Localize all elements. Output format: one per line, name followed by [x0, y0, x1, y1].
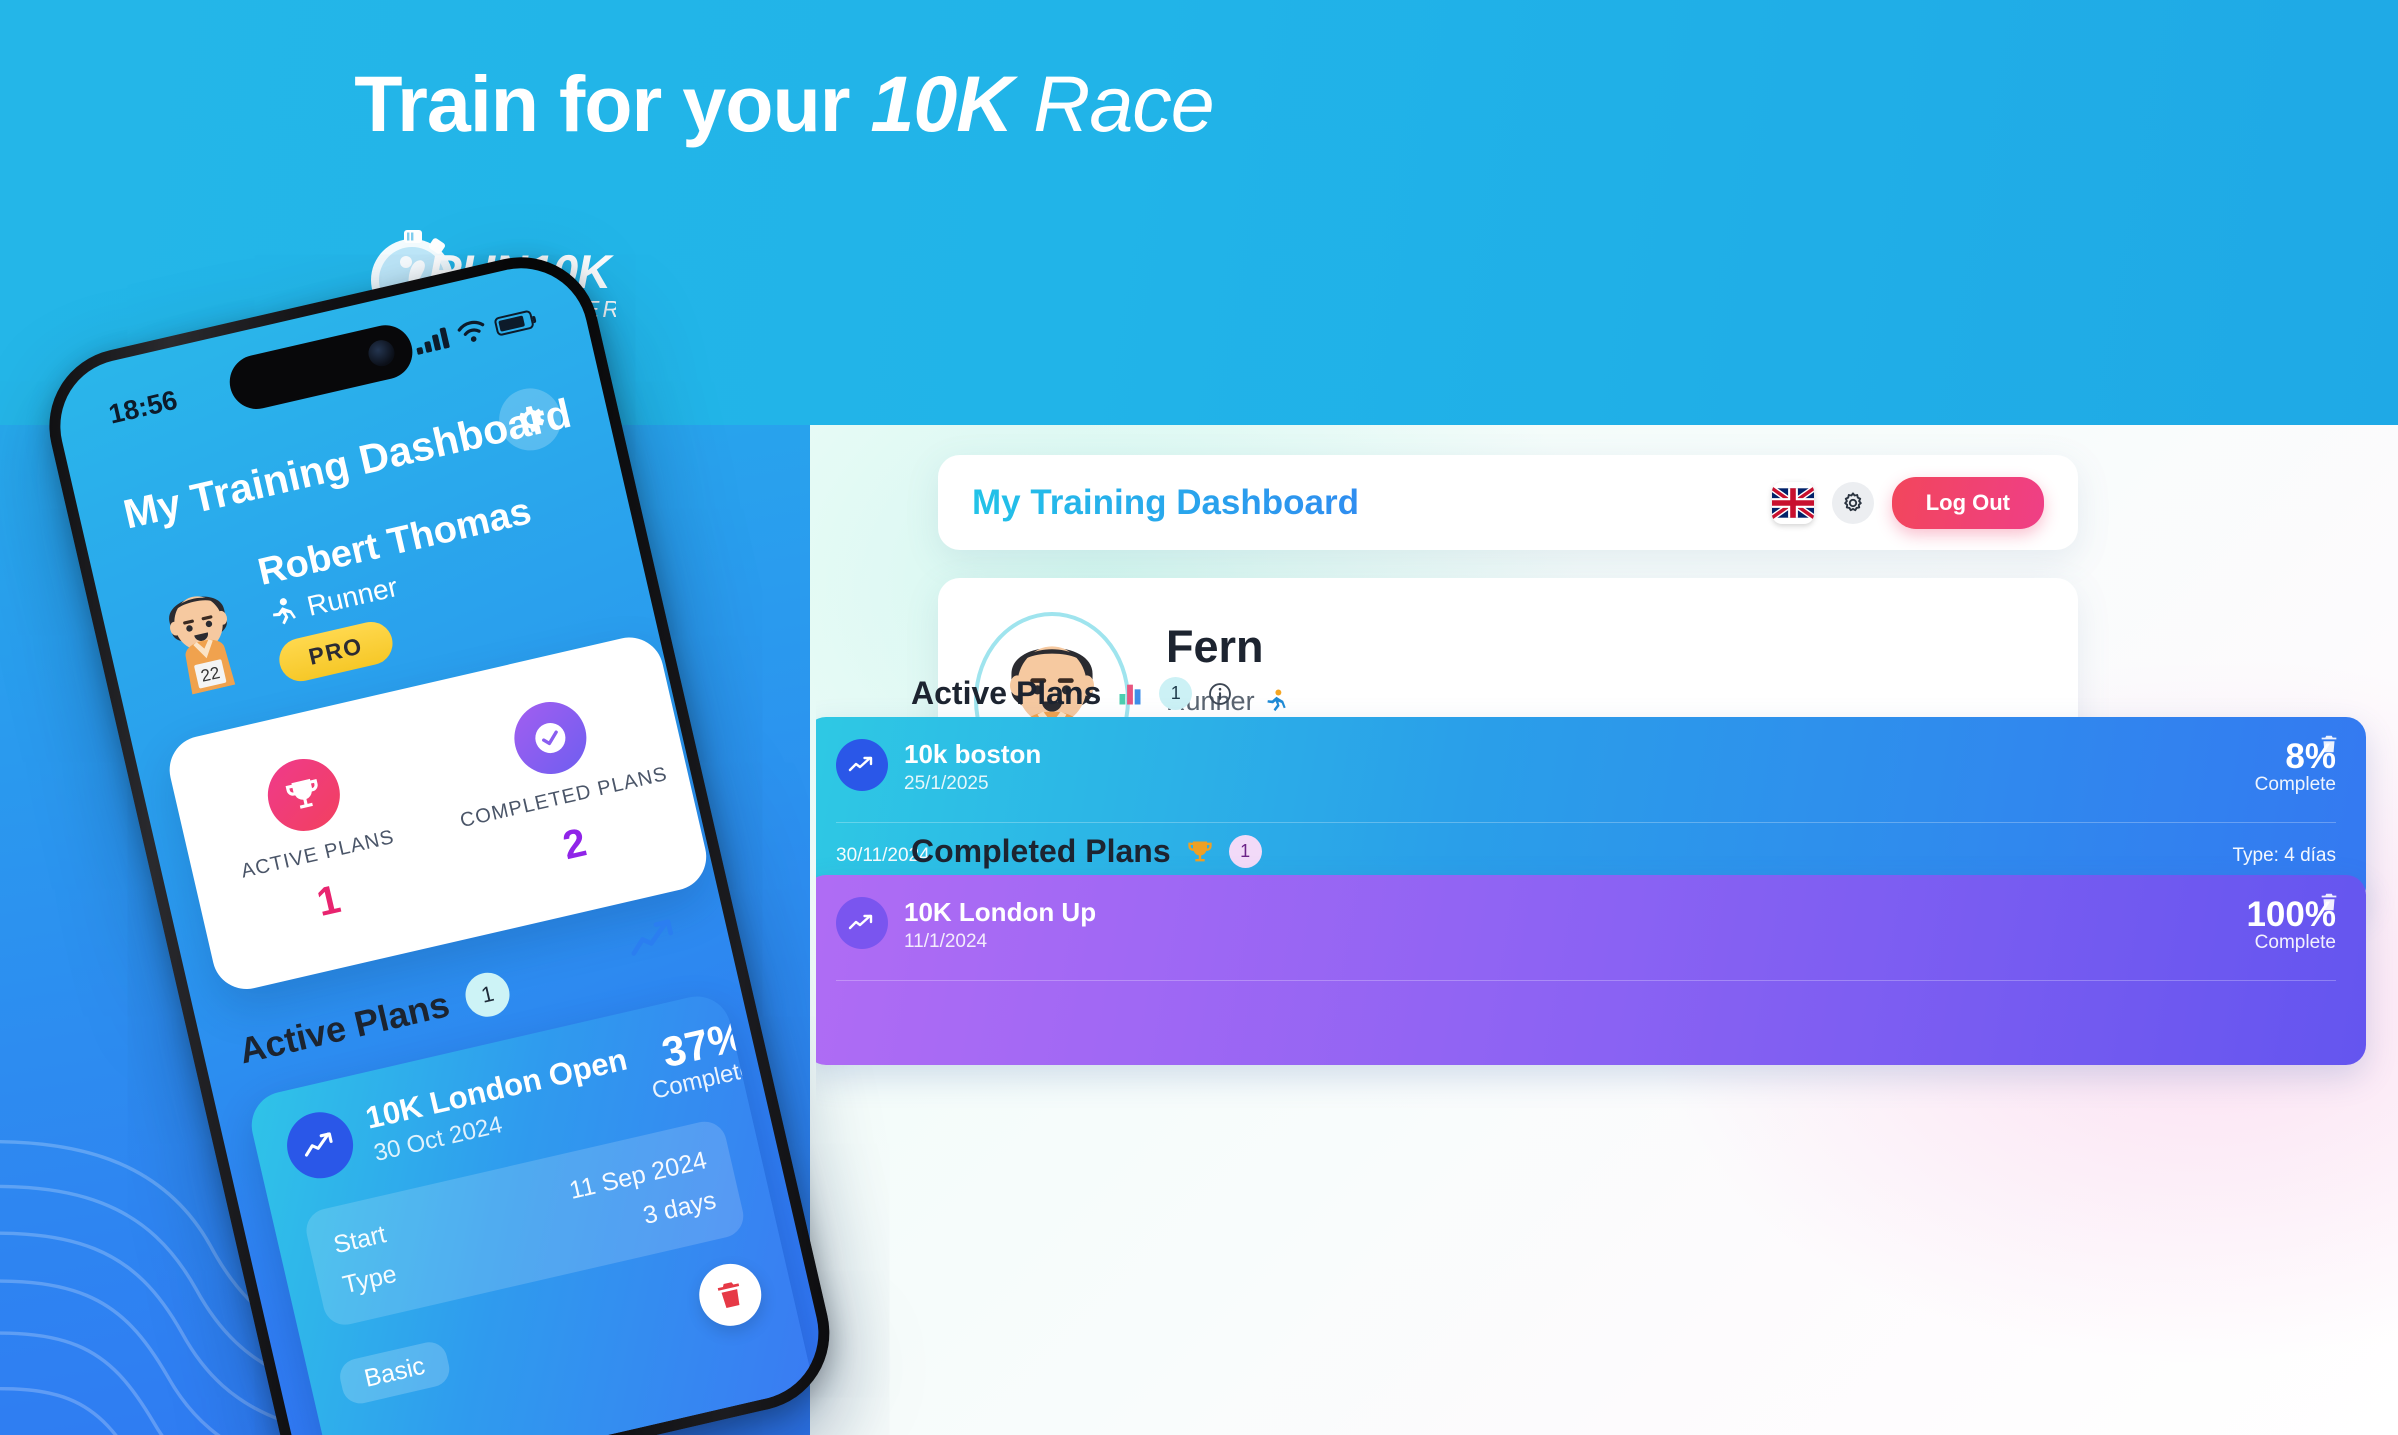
active-plan-top: 10k boston 25/1/2025 8% Complete: [836, 739, 2336, 796]
completed-plans-title: Completed Plans: [911, 833, 1171, 869]
phone-plan-delete-button[interactable]: [693, 1257, 768, 1333]
info-icon[interactable]: [1207, 681, 1233, 707]
active-plan-delete-button[interactable]: [2318, 733, 2340, 760]
headline-10k: 10K: [870, 59, 1013, 148]
phone-section-count: 1: [461, 968, 515, 1022]
lower-panels-clip: Active Plans 1 10k boston 25/1/2025 8% C…: [816, 425, 2398, 1435]
signal-icon: [416, 327, 450, 355]
completed-plans-count: 1: [1228, 835, 1262, 868]
completed-plans-header: Completed Plans 1: [911, 833, 1262, 870]
active-plans-header: Active Plans 1: [911, 675, 1233, 712]
trophy-icon: [260, 751, 348, 839]
phone-plan-row-label: Start: [330, 1220, 389, 1260]
status-time: 18:56: [105, 384, 180, 430]
trash-icon: [2321, 735, 2337, 753]
phone-stat-label: COMPLETED PLANS: [458, 762, 670, 833]
battery-icon: [493, 309, 535, 337]
trending-up-icon: [623, 913, 686, 969]
phone-plan-type-badge: Basic: [336, 1338, 453, 1407]
completed-plan-top: 10K London Up 11/1/2024 100% Complete: [836, 897, 2336, 954]
front-camera-icon: [365, 337, 398, 369]
headline-race: Race: [1012, 59, 1214, 148]
phone-plan-badge: PRO: [275, 617, 397, 686]
trending-up-icon: [836, 897, 888, 949]
phone-plan-row-label: Type: [340, 1259, 400, 1300]
active-plan-complete-label: Complete: [2254, 774, 2336, 795]
trash-icon: [2321, 893, 2337, 911]
wifi-icon: [457, 320, 485, 342]
check-circle-icon: [506, 694, 594, 782]
phone-stat-label: ACTIVE PLANS: [239, 825, 397, 883]
completed-plan-name: 10K London Up: [904, 897, 1097, 927]
trash-icon: [717, 1282, 740, 1309]
dynamic-island: [224, 319, 418, 415]
page-title: Train for your 10K Race: [0, 58, 1568, 150]
phone-plan-progress: 37% Complete: [640, 1012, 756, 1105]
completed-plan-complete-label: Complete: [2254, 932, 2336, 953]
active-plans-title: Active Plans: [911, 675, 1102, 711]
trending-up-icon: [280, 1105, 360, 1185]
headline-pre: Train for your: [354, 59, 871, 148]
avatar: 22: [169, 596, 236, 695]
trending-up-icon: [836, 739, 888, 791]
phone-plan-card[interactable]: 10K London Open 30 Oct 2024 37% Complete…: [244, 989, 817, 1435]
bar-chart-icon: [1119, 684, 1141, 704]
completed-plan-delete-button[interactable]: [2318, 891, 2340, 918]
gear-icon: [518, 406, 545, 433]
active-plan-type: Type: 4 días: [2232, 845, 2336, 866]
runner-icon: [273, 598, 296, 625]
trophy-icon: [1187, 841, 1212, 861]
completed-plan-date: 11/1/2024: [904, 931, 988, 952]
phone-stat-value: 2: [558, 820, 591, 869]
active-plan-date: 25/1/2025: [904, 773, 989, 794]
divider: [836, 980, 2336, 981]
phone-stat-value: 1: [312, 877, 345, 926]
completed-plan-card[interactable]: 10K London Up 11/1/2024 100% Complete: [816, 875, 2366, 1065]
status-indicators: [413, 307, 535, 355]
active-plan-name: 10k boston: [904, 739, 1042, 769]
active-plans-count: 1: [1159, 677, 1193, 710]
phone-plan-row-value: 3 days: [640, 1186, 719, 1230]
page-root: Train for your 10K Race RUN10K TRAINER 1…: [0, 0, 2398, 1435]
